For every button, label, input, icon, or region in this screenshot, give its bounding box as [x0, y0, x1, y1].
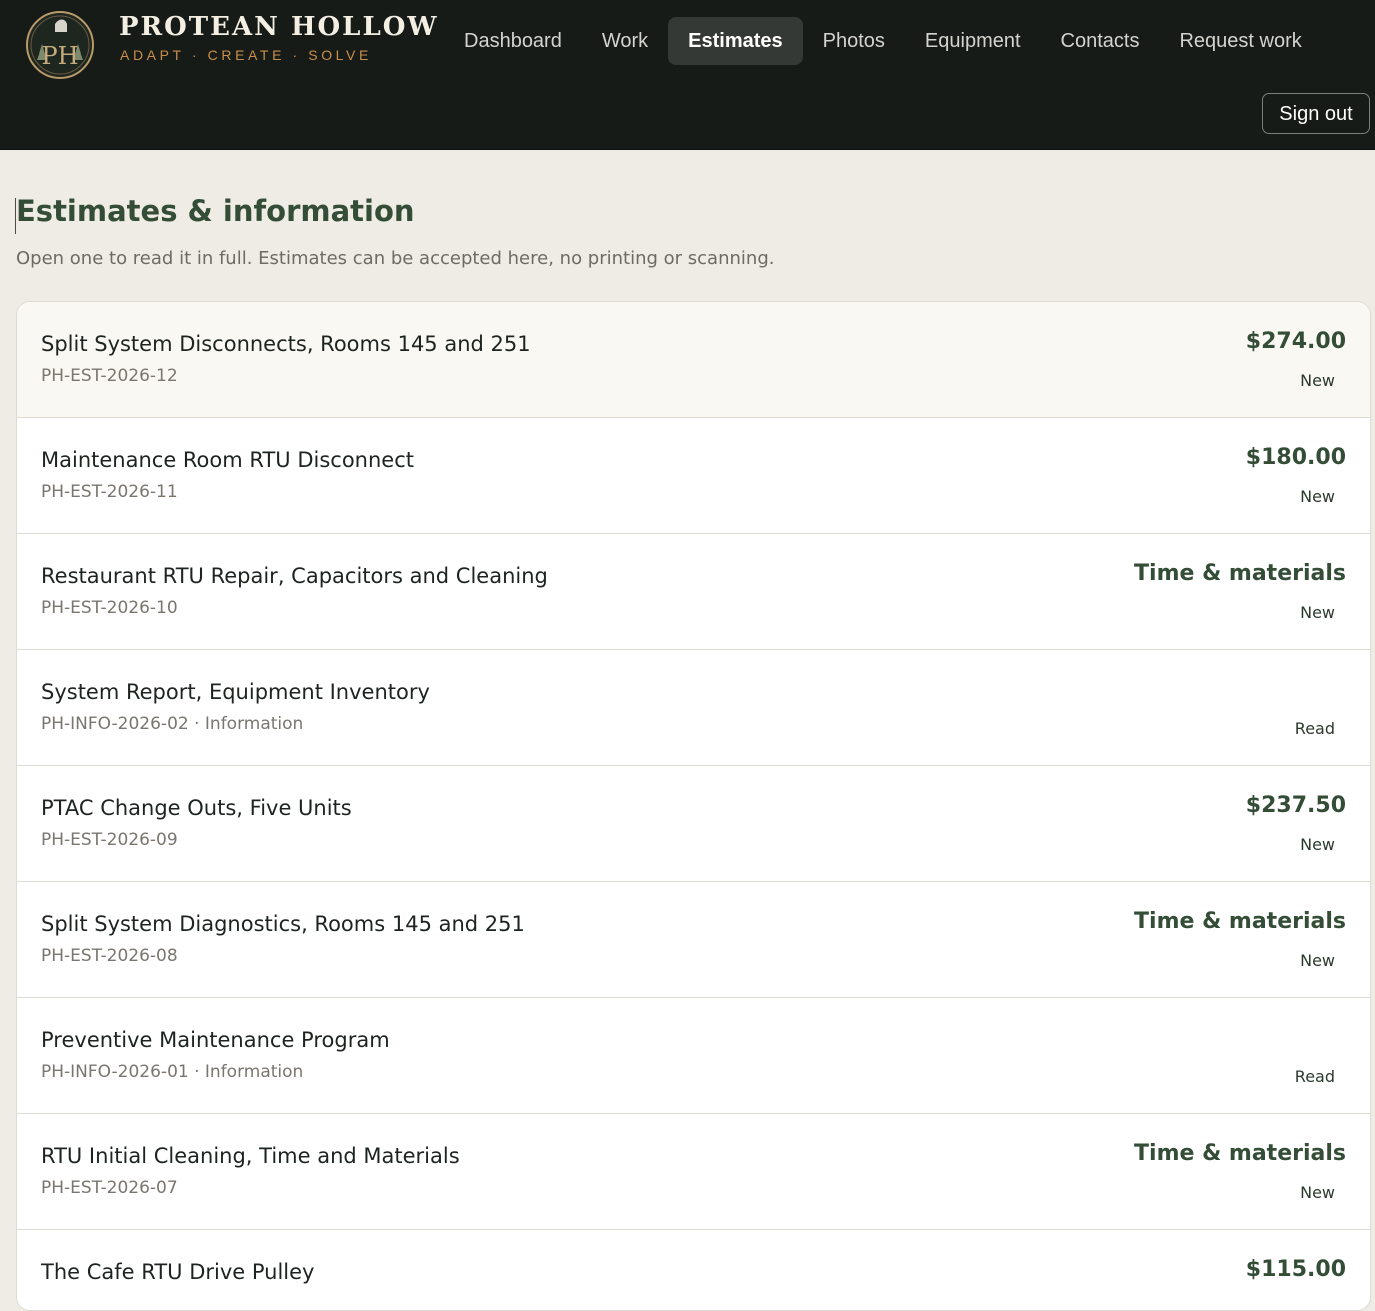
estimate-status: New: [1300, 1183, 1335, 1202]
ph-monogram-crest-icon[interactable]: PH: [25, 10, 95, 80]
information-reference: PH-INFO-2026-02 · Information: [41, 714, 304, 734]
top-navigation-bar: PH PROTEAN HOLLOW ADAPT · CREATE · SOLVE…: [0, 0, 1375, 150]
estimate-row[interactable]: Restaurant RTU Repair, Capacitors and Cl…: [17, 534, 1370, 650]
estimate-reference: PH-EST-2026-07: [41, 1178, 178, 1198]
estimate-title: Restaurant RTU Repair, Capacitors and Cl…: [41, 564, 548, 588]
sign-out-button[interactable]: Sign out: [1262, 93, 1370, 134]
brand-tagline: ADAPT · CREATE · SOLVE: [120, 47, 372, 63]
estimate-reference: PH-EST-2026-10: [41, 598, 178, 618]
estimates-list: Split System Disconnects, Rooms 145 and …: [16, 301, 1371, 1311]
estimate-row[interactable]: RTU Initial Cleaning, Time and Materials…: [17, 1114, 1370, 1230]
estimate-amount: $237.50: [1245, 793, 1346, 818]
page-title: Estimates & information: [16, 194, 415, 228]
estimate-title: The Cafe RTU Drive Pulley: [41, 1260, 315, 1284]
estimate-amount: $274.00: [1245, 329, 1346, 354]
estimate-row[interactable]: Split System Diagnostics, Rooms 145 and …: [17, 882, 1370, 998]
estimate-reference: PH-EST-2026-09: [41, 830, 178, 850]
nav-dashboard[interactable]: Dashboard: [444, 17, 582, 65]
estimate-row[interactable]: The Cafe RTU Drive Pulley $115.00: [17, 1230, 1370, 1310]
page-subtitle: Open one to read it in full. Estimates c…: [16, 248, 775, 269]
nav-work[interactable]: Work: [582, 17, 668, 65]
brand-name[interactable]: PROTEAN HOLLOW: [119, 12, 439, 42]
estimate-amount: Time & materials: [1134, 909, 1346, 934]
information-title: Preventive Maintenance Program: [41, 1028, 390, 1052]
estimate-title: PTAC Change Outs, Five Units: [41, 796, 352, 820]
logo-monogram: PH: [41, 42, 78, 70]
estimate-reference: PH-EST-2026-08: [41, 946, 178, 966]
estimate-title: Split System Diagnostics, Rooms 145 and …: [41, 912, 525, 936]
estimate-row[interactable]: Split System Disconnects, Rooms 145 and …: [17, 302, 1370, 418]
information-reference: PH-INFO-2026-01 · Information: [41, 1062, 304, 1082]
estimate-title: Maintenance Room RTU Disconnect: [41, 448, 414, 472]
nav-request-work[interactable]: Request work: [1159, 17, 1321, 65]
estimate-amount: $180.00: [1245, 445, 1346, 470]
nav-estimates[interactable]: Estimates: [668, 17, 803, 65]
information-row[interactable]: System Report, Equipment Inventory PH-IN…: [17, 650, 1370, 766]
main-nav: Dashboard Work Estimates Photos Equipmen…: [444, 17, 1322, 65]
estimate-amount: $115.00: [1245, 1257, 1346, 1282]
estimate-title: Split System Disconnects, Rooms 145 and …: [41, 332, 531, 356]
estimate-row[interactable]: Maintenance Room RTU Disconnect PH-EST-2…: [17, 418, 1370, 534]
nav-photos[interactable]: Photos: [803, 17, 905, 65]
estimate-reference: PH-EST-2026-11: [41, 482, 178, 502]
estimate-status: New: [1300, 371, 1335, 390]
estimate-amount: Time & materials: [1134, 1141, 1346, 1166]
nav-equipment[interactable]: Equipment: [905, 17, 1041, 65]
information-title: System Report, Equipment Inventory: [41, 680, 430, 704]
estimate-title: RTU Initial Cleaning, Time and Materials: [41, 1144, 460, 1168]
estimate-status: New: [1300, 487, 1335, 506]
estimate-status: New: [1300, 835, 1335, 854]
estimate-status: New: [1300, 951, 1335, 970]
estimate-status: New: [1300, 603, 1335, 622]
estimate-amount: Time & materials: [1134, 561, 1346, 586]
information-row[interactable]: Preventive Maintenance Program PH-INFO-2…: [17, 998, 1370, 1114]
information-status: Read: [1294, 719, 1335, 738]
nav-contacts[interactable]: Contacts: [1041, 17, 1160, 65]
estimate-reference: PH-EST-2026-12: [41, 366, 178, 386]
estimate-row[interactable]: PTAC Change Outs, Five Units PH-EST-2026…: [17, 766, 1370, 882]
information-status: Read: [1294, 1067, 1335, 1086]
